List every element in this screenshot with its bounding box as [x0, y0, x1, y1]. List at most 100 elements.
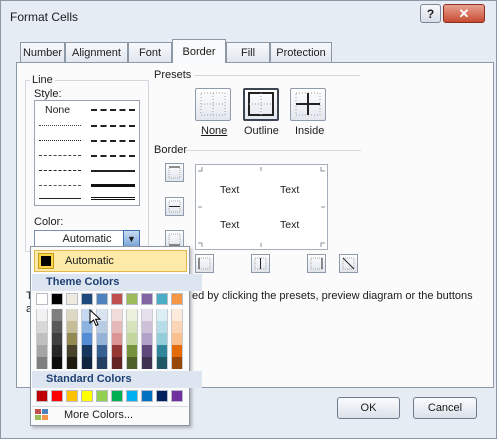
theme-color-shade-swatch[interactable]	[36, 321, 48, 333]
theme-color-shade-swatch[interactable]	[36, 357, 48, 369]
theme-color-shade-swatch[interactable]	[36, 345, 48, 357]
tab-border[interactable]: Border	[172, 39, 226, 63]
line-style-thin[interactable]	[39, 198, 81, 199]
standard-color-swatch[interactable]	[81, 390, 93, 402]
theme-color-shade-swatch[interactable]	[51, 321, 63, 333]
theme-color-shade-swatch[interactable]	[51, 357, 63, 369]
theme-color-shade-swatch[interactable]	[81, 345, 93, 357]
preset-outline-button[interactable]	[243, 88, 279, 121]
line-style-dash-dot-dot[interactable]	[39, 155, 81, 156]
theme-color-swatch[interactable]	[141, 293, 153, 305]
chevron-down-icon[interactable]: ▼	[123, 230, 140, 247]
standard-color-swatch[interactable]	[36, 390, 48, 402]
standard-color-swatch[interactable]	[126, 390, 138, 402]
line-style-hairline[interactable]	[39, 125, 81, 126]
border-middle-horizontal-button[interactable]	[165, 197, 184, 216]
theme-color-shade-swatch[interactable]	[156, 309, 168, 321]
theme-color-shade-swatch[interactable]	[111, 357, 123, 369]
theme-color-swatch[interactable]	[126, 293, 138, 305]
line-style-medium[interactable]	[91, 170, 135, 172]
theme-color-shade-swatch[interactable]	[111, 333, 123, 345]
theme-color-shade-swatch[interactable]	[126, 321, 138, 333]
theme-color-shade-swatch[interactable]	[51, 333, 63, 345]
automatic-color-option[interactable]: Automatic	[34, 250, 187, 272]
line-style-medium-dashed[interactable]	[91, 155, 135, 157]
theme-color-shade-swatch[interactable]	[66, 357, 78, 369]
line-style-medium-dash-dot[interactable]	[91, 140, 135, 142]
theme-color-shade-swatch[interactable]	[141, 345, 153, 357]
theme-color-shade-swatch[interactable]	[96, 357, 108, 369]
theme-color-shade-swatch[interactable]	[111, 309, 123, 321]
tab-font[interactable]: Font	[128, 42, 172, 62]
theme-color-swatch[interactable]	[96, 293, 108, 305]
line-style-medium-dash-dot-dot[interactable]	[91, 109, 135, 111]
theme-color-swatch[interactable]	[156, 293, 168, 305]
theme-color-shade-swatch[interactable]	[156, 345, 168, 357]
theme-color-shade-swatch[interactable]	[171, 333, 183, 345]
theme-color-shade-swatch[interactable]	[126, 345, 138, 357]
theme-color-shade-swatch[interactable]	[126, 309, 138, 321]
theme-color-shade-swatch[interactable]	[36, 333, 48, 345]
theme-color-shade-swatch[interactable]	[141, 309, 153, 321]
standard-color-swatch[interactable]	[156, 390, 168, 402]
border-right-button[interactable]	[307, 254, 326, 273]
theme-color-shade-swatch[interactable]	[96, 333, 108, 345]
standard-color-swatch[interactable]	[66, 390, 78, 402]
border-top-button[interactable]	[165, 163, 184, 182]
theme-color-shade-swatch[interactable]	[141, 333, 153, 345]
theme-color-swatch[interactable]	[36, 293, 48, 305]
theme-color-shade-swatch[interactable]	[156, 321, 168, 333]
theme-color-swatch[interactable]	[81, 293, 93, 305]
theme-color-shade-swatch[interactable]	[36, 309, 48, 321]
border-middle-vertical-button[interactable]	[251, 254, 270, 273]
theme-color-shade-swatch[interactable]	[66, 333, 78, 345]
theme-color-shade-swatch[interactable]	[171, 357, 183, 369]
line-style-list[interactable]: None	[34, 100, 140, 206]
theme-color-swatch[interactable]	[111, 293, 123, 305]
close-button[interactable]: ✕	[443, 4, 485, 23]
theme-color-shade-swatch[interactable]	[96, 345, 108, 357]
tab-protection[interactable]: Protection	[270, 42, 332, 62]
standard-color-swatch[interactable]	[111, 390, 123, 402]
standard-color-swatch[interactable]	[141, 390, 153, 402]
theme-color-shade-swatch[interactable]	[156, 333, 168, 345]
line-style-double[interactable]	[91, 197, 135, 200]
theme-color-shade-swatch[interactable]	[126, 333, 138, 345]
theme-color-shade-swatch[interactable]	[66, 345, 78, 357]
theme-color-shade-swatch[interactable]	[66, 309, 78, 321]
line-style-dotted[interactable]	[39, 140, 81, 141]
theme-color-swatch[interactable]	[66, 293, 78, 305]
tab-alignment[interactable]: Alignment	[65, 42, 128, 62]
theme-color-shade-swatch[interactable]	[66, 321, 78, 333]
border-diagonal-down-button[interactable]	[339, 254, 358, 273]
theme-color-shade-swatch[interactable]	[126, 357, 138, 369]
theme-color-shade-swatch[interactable]	[171, 345, 183, 357]
theme-color-shade-swatch[interactable]	[81, 333, 93, 345]
line-style-none[interactable]: None	[45, 104, 70, 116]
theme-color-shade-swatch[interactable]	[171, 321, 183, 333]
theme-color-shade-swatch[interactable]	[156, 357, 168, 369]
preset-none-button[interactable]	[195, 88, 231, 121]
line-style-dash-dot[interactable]	[39, 170, 81, 171]
theme-color-shade-swatch[interactable]	[111, 345, 123, 357]
theme-color-shade-swatch[interactable]	[141, 321, 153, 333]
standard-color-swatch[interactable]	[96, 390, 108, 402]
more-colors-option[interactable]: More Colors...	[64, 409, 133, 421]
cancel-button[interactable]: Cancel	[413, 397, 477, 419]
standard-color-swatch[interactable]	[51, 390, 63, 402]
theme-color-shade-swatch[interactable]	[81, 357, 93, 369]
tab-number[interactable]: Number	[20, 42, 65, 62]
tab-fill[interactable]: Fill	[226, 42, 270, 62]
border-left-button[interactable]	[195, 254, 214, 273]
theme-color-shade-swatch[interactable]	[51, 345, 63, 357]
line-style-thick[interactable]	[91, 184, 135, 187]
theme-color-shade-swatch[interactable]	[111, 321, 123, 333]
theme-color-swatch[interactable]	[51, 293, 63, 305]
line-style-dashed[interactable]	[39, 185, 81, 186]
theme-color-shade-swatch[interactable]	[141, 357, 153, 369]
line-style-slanted-dash-dot[interactable]	[91, 125, 135, 127]
theme-color-shade-swatch[interactable]	[51, 309, 63, 321]
border-preview[interactable]: Text Text Text Text	[195, 164, 328, 250]
preset-inside-button[interactable]	[290, 88, 326, 121]
standard-color-swatch[interactable]	[171, 390, 183, 402]
